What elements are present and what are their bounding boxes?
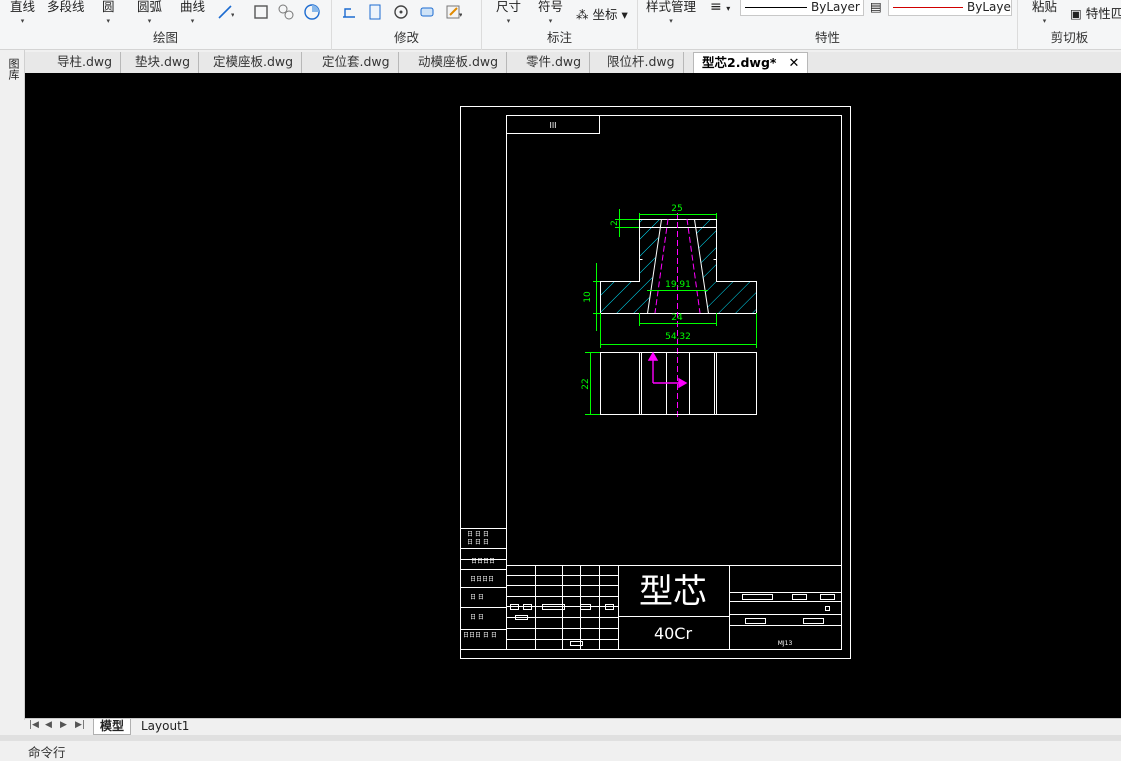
draw-group: 直线 ▾ 多段线 圆 ▾ 圆弧 ▾ 曲线 ▾ ▾ 绘图 [0, 0, 332, 50]
lineweight-icon[interactable]: ≡ ▾ [710, 0, 730, 15]
layer-icon[interactable]: ▤ [870, 0, 882, 14]
region-icon[interactable] [303, 3, 321, 21]
ray-line-icon[interactable]: ▾ [216, 3, 234, 21]
edit-icon[interactable]: ▾ [444, 3, 462, 21]
clipboard-group: 粘贴 ▾ ▣ 特性匹 剪切板 [1018, 0, 1121, 50]
tab-guide-pillar[interactable]: 导柱.dwg [49, 52, 122, 73]
svg-text:日日日日: 日日日日 [471, 558, 495, 565]
drawing-code-text: MJ13 [778, 640, 793, 647]
symbol-button[interactable]: 符号 ▾ [538, 0, 563, 25]
properties-group: 样式管理▾ ≡ ▾ ByLayer ▾ ▤ ByLayer ▾ 特性 [638, 0, 1018, 50]
coordinate-button[interactable]: ⁂ 坐标 ▾ [576, 4, 628, 23]
part-name-text: 型芯 [639, 572, 707, 612]
tab-parts[interactable]: 零件.dwg [518, 52, 591, 73]
close-tab-icon[interactable]: ✕ [788, 56, 799, 71]
prev-layout-icon[interactable]: ◀ [45, 720, 52, 730]
layout-tab-bar: |◀ ◀ ▶ ▶| 模型 Layout1 [25, 718, 1121, 735]
material-text: 40Cr [654, 624, 693, 643]
polyline-tool-button[interactable]: 多段线 [47, 0, 85, 15]
linetype-combo[interactable]: ByLayer ▾ [740, 0, 864, 16]
rotate-icon[interactable] [392, 3, 410, 21]
match-properties-button[interactable]: ▣ 特性匹 [1070, 3, 1121, 22]
annotate-group-label: 标注 [546, 30, 572, 45]
command-line-prompt: 命令行 [28, 745, 66, 760]
svg-text:日日日日: 日日日日 [470, 576, 494, 583]
tab-model[interactable]: 模型 [93, 719, 132, 735]
drawing-svg: 日 日 日 日 日 日 日日日日 日日日日 日 日 日 日 日日日 日 日 II… [460, 106, 851, 659]
color-combo[interactable]: ByLayer ▾ [888, 0, 1012, 16]
mirror-icon[interactable] [418, 3, 436, 21]
tab-limit-rod[interactable]: 限位杆.dwg [599, 52, 684, 73]
drawing-canvas[interactable]: 日 日 日 日 日 日 日日日日 日日日日 日 日 日 日 日日日 日 日 II… [25, 73, 1121, 718]
library-panel-label[interactable]: 图库 [5, 58, 20, 80]
svg-text:日 日: 日 日 [470, 614, 484, 621]
arc-tool-button[interactable]: 圆弧 ▾ [137, 0, 162, 25]
rectangle-icon[interactable] [252, 3, 270, 21]
tab-locating-sleeve[interactable]: 定位套.dwg [314, 52, 399, 73]
command-line[interactable]: 命令行 [0, 735, 1121, 760]
draw-group-label: 绘图 [152, 30, 178, 45]
left-side-panel: 图库 [0, 50, 25, 720]
dim-body-height: 22 [581, 378, 591, 389]
tab-moving-clamp-plate[interactable]: 动模座板.dwg [410, 52, 508, 73]
move-icon[interactable] [340, 3, 358, 21]
dim-chamfer: 2 [610, 220, 620, 226]
last-layout-icon[interactable]: ▶| [75, 720, 85, 730]
tab-spacer-block[interactable]: 垫块.dwg [127, 52, 200, 73]
style-manager-button[interactable]: 样式管理 ▾ [646, 0, 696, 25]
next-layout-icon[interactable]: ▶ [60, 720, 67, 730]
hatch-icon[interactable] [277, 3, 295, 21]
tab-fixed-clamp-plate[interactable]: 定模座板.dwg [205, 52, 303, 73]
corner-label: III [549, 121, 556, 130]
dim-flange-height: 10 [583, 291, 593, 303]
dim-inner: 19.91 [665, 280, 691, 290]
annotate-group: 尺寸 ▾ 符号 ▾ ⁂ 坐标 ▾ 标注 [482, 0, 638, 50]
dim-flange-width: 54.32 [665, 332, 691, 342]
copy-icon[interactable] [366, 3, 384, 21]
first-layout-icon[interactable]: |◀ [29, 720, 39, 730]
svg-text:日 日 日: 日 日 日 [467, 539, 489, 546]
tab-core[interactable]: 型芯2.dwg* ✕ [693, 52, 809, 73]
svg-text:日 日 日: 日 日 日 [467, 531, 489, 538]
clipboard-group-label: 剪切板 [1050, 30, 1089, 45]
properties-group-label: 特性 [814, 30, 840, 45]
document-tab-bar: 导柱.dwg 垫块.dwg 定模座板.dwg 定位套.dwg 动模座板.dwg … [25, 52, 1121, 73]
modify-group-label: 修改 [393, 30, 419, 45]
svg-text:▾: ▾ [459, 11, 462, 19]
svg-text:日日日 日 日: 日日日 日 日 [463, 632, 497, 639]
paste-button[interactable]: 粘贴 ▾ [1032, 0, 1057, 25]
curve-tool-button[interactable]: 曲线 ▾ [180, 0, 205, 25]
dim-base-inner: 24 [671, 313, 683, 323]
modify-group: ▾ 修改 [332, 0, 482, 50]
tab-layout1[interactable]: Layout1 [135, 719, 195, 735]
svg-text:日 日: 日 日 [470, 594, 484, 601]
ucs-icon [647, 351, 688, 389]
dimension-button[interactable]: 尺寸 ▾ [496, 0, 521, 25]
ribbon: 直线 ▾ 多段线 圆 ▾ 圆弧 ▾ 曲线 ▾ ▾ 绘图 ▾ 修改 尺寸 ▾ 符号 ▾ ⁂ 坐… [0, 0, 1121, 50]
line-tool-button[interactable]: 直线 ▾ [10, 0, 35, 25]
dim-top-width: 25 [671, 204, 682, 214]
svg-text:▾: ▾ [231, 11, 234, 19]
circle-tool-button[interactable]: 圆 ▾ [102, 0, 115, 25]
